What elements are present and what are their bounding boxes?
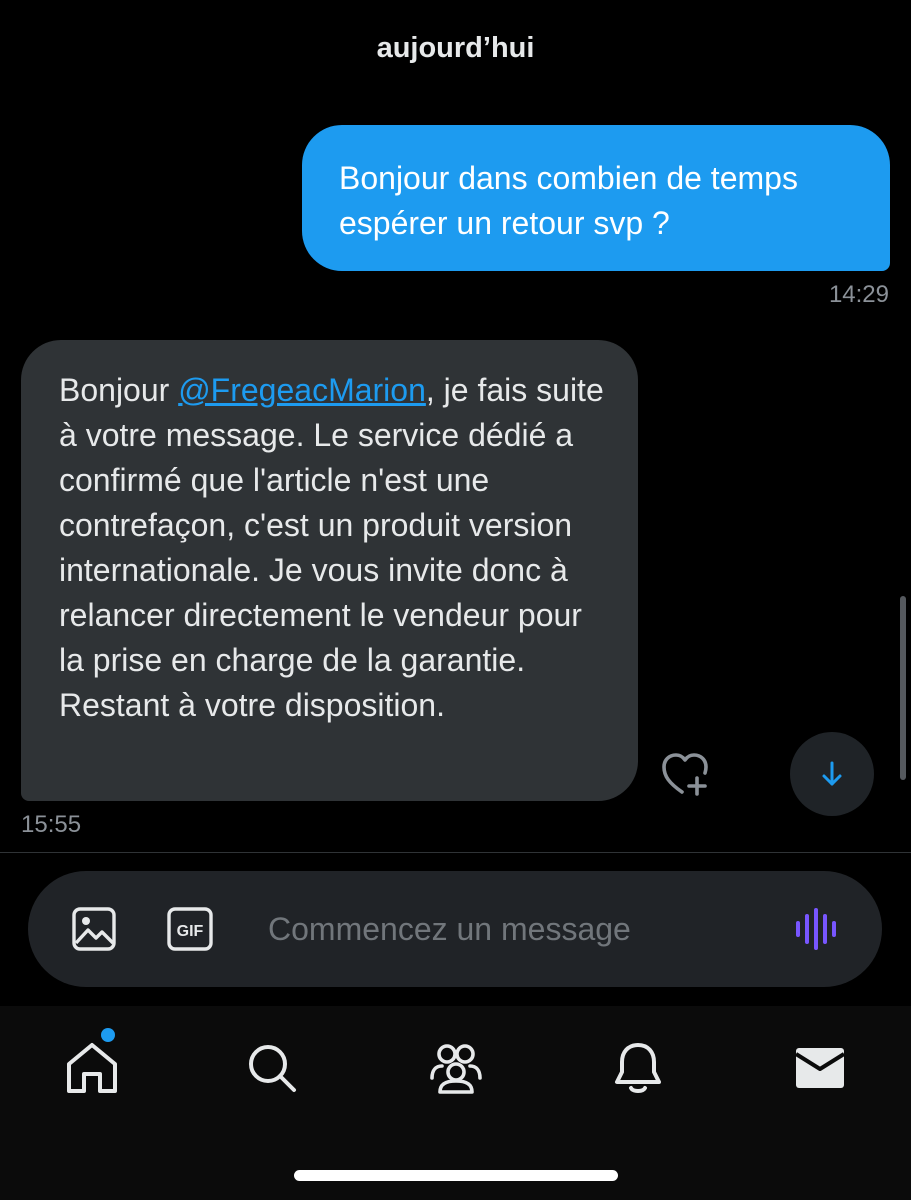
nav-messages[interactable] (790, 1038, 850, 1098)
message-input[interactable] (268, 905, 748, 953)
nav-home[interactable] (62, 1038, 122, 1098)
user-mention-link[interactable]: @FregeacMarion (178, 372, 426, 408)
received-message-bubble[interactable]: Bonjour @FregeacMarion, je fais suite à … (21, 340, 638, 801)
nav-notifications[interactable] (608, 1038, 668, 1098)
voice-waveform-icon[interactable] (794, 907, 840, 951)
scrollbar-thumb[interactable] (900, 596, 906, 780)
nav-search[interactable] (242, 1038, 302, 1098)
home-icon (67, 1043, 117, 1093)
heart-plus-icon[interactable] (660, 748, 712, 800)
bottom-navigation (0, 1006, 911, 1200)
sent-message-time: 14:29 (828, 281, 889, 308)
received-message-time: 15:55 (21, 811, 82, 838)
image-icon[interactable] (70, 905, 118, 953)
received-message-text-start: Bonjour (59, 372, 179, 408)
dm-conversation-screen: aujourd’hui Bonjour dans combien de temp… (0, 0, 911, 1200)
nav-communities[interactable] (426, 1038, 486, 1098)
scroll-to-bottom-button[interactable] (790, 732, 874, 816)
sent-message-bubble[interactable]: Bonjour dans combien de temps espérer un… (302, 125, 890, 271)
home-indicator-bar[interactable] (294, 1170, 618, 1181)
sent-message-text: Bonjour dans combien de temps espérer un… (339, 160, 798, 241)
composer-divider (0, 852, 911, 853)
svg-text:GIF: GIF (177, 923, 204, 940)
mail-icon (794, 1048, 846, 1088)
search-icon (249, 1045, 296, 1092)
date-separator: aujourd’hui (376, 32, 535, 64)
gif-icon[interactable]: GIF (166, 906, 214, 952)
communities-icon (430, 1044, 482, 1094)
arrow-down-icon (822, 761, 842, 786)
message-composer: GIF (28, 871, 882, 987)
home-notification-dot (101, 1028, 115, 1042)
bell-icon (615, 1043, 661, 1093)
received-message-text-rest: , je fais suite à votre message. Le serv… (59, 372, 604, 723)
